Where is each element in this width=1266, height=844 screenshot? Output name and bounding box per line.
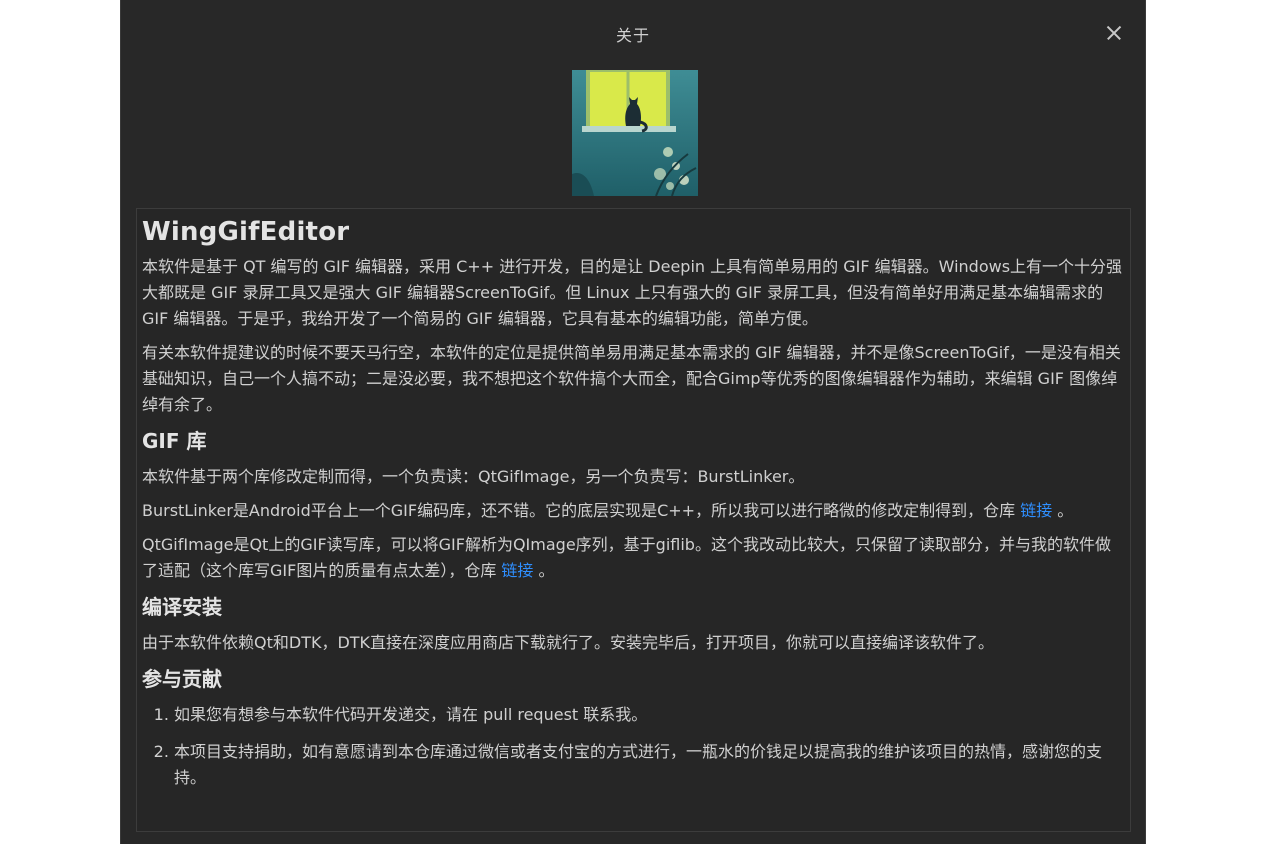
readme-content: WingGifEditor 本软件是基于 QT 编写的 GIF 编辑器，采用 C…	[136, 208, 1131, 832]
library-paragraph-3-end: 。	[533, 561, 555, 580]
contribute-heading: 参与贡献	[142, 667, 222, 691]
library-paragraph-2: BurstLinker是Android平台上一个GIF编码库，还不错。它的底层实…	[142, 498, 1124, 524]
about-dialog: 关于 WingGifEditor 本软件是基于 QT 编写的 GIF 编辑器，采…	[120, 0, 1146, 844]
burstlinker-repo-link[interactable]: 链接	[1020, 501, 1052, 520]
library-paragraph-1: 本软件基于两个库修改定制而得，一个负责读：QtGifImage，另一个负责写：B…	[142, 467, 805, 486]
contribute-list: 如果您有想参与本软件代码开发递交，请在 pull request 联系我。 本项…	[142, 702, 1124, 791]
build-install-heading: 编译安装	[142, 595, 222, 619]
titlebar: 关于	[121, 0, 1145, 68]
library-paragraph-3-text: QtGifImage是Qt上的GIF读写库，可以将GIF解析为QImage序列，…	[142, 535, 1111, 580]
app-logo	[572, 70, 698, 196]
gif-library-heading: GIF 库	[142, 429, 207, 453]
library-paragraph-2-text: BurstLinker是Android平台上一个GIF编码库，还不错。它的底层实…	[142, 501, 1021, 520]
intro-paragraph-2: 有关本软件提建议的时候不要天马行空，本软件的定位是提供简单易用满足基本需求的 G…	[142, 343, 1121, 414]
library-paragraph-3: QtGifImage是Qt上的GIF读写库，可以将GIF解析为QImage序列，…	[142, 532, 1124, 584]
dialog-title: 关于	[615, 26, 650, 45]
close-icon[interactable]	[1103, 22, 1125, 44]
library-paragraph-2-end: 。	[1052, 501, 1074, 520]
list-item: 本项目支持捐助，如有意愿请到本仓库通过微信或者支付宝的方式进行，一瓶水的价钱足以…	[174, 739, 1124, 791]
qtgifimage-repo-link[interactable]: 链接	[501, 561, 533, 580]
build-paragraph: 由于本软件依赖Qt和DTK，DTK直接在深度应用商店下载就行了。安装完毕后，打开…	[142, 633, 995, 652]
app-name-heading: WingGifEditor	[142, 217, 350, 247]
list-item: 如果您有想参与本软件代码开发递交，请在 pull request 联系我。	[174, 702, 1124, 728]
intro-paragraph-1: 本软件是基于 QT 编写的 GIF 编辑器，采用 C++ 进行开发，目的是让 D…	[142, 257, 1123, 328]
